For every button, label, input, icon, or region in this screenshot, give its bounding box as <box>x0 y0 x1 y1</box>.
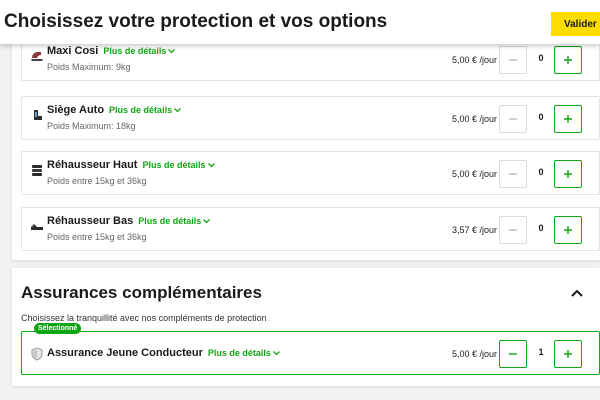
quantity-value: 0 <box>538 112 544 122</box>
section-description: Choisissez la tranquillité avec nos comp… <box>21 313 267 323</box>
option-row-rehausseur-haut: Réhausseur Haut Plus de détails Poids ent… <box>21 151 600 195</box>
option-name: Assurance Jeune Conducteur Plus de détail… <box>47 347 280 359</box>
minus-icon <box>509 118 517 120</box>
quantity-value: 0 <box>538 53 544 63</box>
insurance-section: Assurances complémentaires Choisissez la… <box>12 268 600 386</box>
shield-icon <box>31 347 43 361</box>
option-price: 5,00 € /jour <box>452 114 498 124</box>
quantity-value: 1 <box>538 347 544 357</box>
option-name: Réhausseur Haut Plus de détails <box>47 159 215 171</box>
plus-icon <box>564 350 572 358</box>
header-bar: Choisissez votre protection et vos optio… <box>0 0 600 44</box>
plus-icon <box>564 170 572 178</box>
option-weight: Poids Maximum: 9kg <box>47 62 131 72</box>
chevron-down-icon <box>168 49 176 54</box>
minus-icon <box>509 173 517 175</box>
increase-quantity-button[interactable] <box>554 160 582 188</box>
chevron-up-icon <box>571 289 583 297</box>
chevron-down-icon <box>174 108 182 113</box>
option-weight: Poids entre 15kg et 36kg <box>47 232 147 242</box>
details-link-label: Plus de détails <box>103 46 167 56</box>
option-name-label: Assurance Jeune Conducteur <box>47 347 203 359</box>
chevron-down-icon <box>203 219 211 224</box>
low-booster-seat-icon <box>31 224 43 230</box>
insurance-option-jeune-conducteur: Sélectionné Assurance Jeune Conducteur Pl… <box>21 323 600 375</box>
option-name: Siège Auto Plus de détails <box>47 104 182 116</box>
option-weight: Poids entre 15kg et 36kg <box>47 176 147 186</box>
details-link[interactable]: Plus de détails <box>138 216 211 226</box>
decrease-quantity-button[interactable] <box>499 340 527 368</box>
details-link-label: Plus de détails <box>138 216 202 226</box>
option-name: Réhausseur Bas Plus de détails <box>47 215 211 227</box>
chevron-down-icon <box>207 163 215 168</box>
minus-icon <box>509 353 517 355</box>
details-link-label: Plus de détails <box>142 160 206 170</box>
plus-icon <box>564 56 572 64</box>
option-name-label: Siège Auto <box>47 104 105 116</box>
selected-badge: Sélectionné <box>34 323 82 334</box>
option-name-label: Maxi Cosi <box>47 45 99 57</box>
decrease-quantity-button[interactable] <box>499 46 527 74</box>
options-card: Maxi Cosi Plus de détails Poids Maximum: … <box>12 37 600 260</box>
increase-quantity-button[interactable] <box>554 105 582 133</box>
minus-icon <box>509 59 517 61</box>
details-link[interactable]: Plus de détails <box>208 348 280 358</box>
details-link-label: Plus de détails <box>109 105 173 115</box>
quantity-value: 0 <box>538 167 544 177</box>
infant-car-seat-icon <box>31 52 43 61</box>
option-weight: Poids Maximum: 18kg <box>47 121 136 131</box>
increase-quantity-button[interactable] <box>554 340 582 368</box>
section-title: Assurances complémentaires <box>21 283 262 302</box>
minus-icon <box>509 229 517 231</box>
high-booster-seat-icon <box>32 165 42 176</box>
decrease-quantity-button[interactable] <box>499 216 527 244</box>
option-price: 5,00 € /jour <box>452 55 498 65</box>
validate-button[interactable]: Valider <box>551 12 600 36</box>
decrease-quantity-button[interactable] <box>499 160 527 188</box>
page-title: Choisissez votre protection et vos optio… <box>4 11 388 32</box>
plus-icon <box>564 115 572 123</box>
option-price: 5,00 € /jour <box>452 169 498 179</box>
option-name-label: Réhausseur Bas <box>47 215 134 227</box>
details-link[interactable]: Plus de détails <box>142 160 215 170</box>
option-row-rehausseur-bas: Réhausseur Bas Plus de détails Poids entr… <box>21 207 600 251</box>
details-link-label: Plus de détails <box>207 348 271 358</box>
plus-icon <box>564 226 572 234</box>
option-row-siege-auto: Siège Auto Plus de détails Poids Maximum:… <box>21 96 600 140</box>
chevron-down-icon <box>272 351 280 356</box>
details-link[interactable]: Plus de détails <box>103 46 176 56</box>
increase-quantity-button[interactable] <box>554 216 582 244</box>
quantity-value: 0 <box>538 223 544 233</box>
decrease-quantity-button[interactable] <box>499 105 527 133</box>
collapse-section-button[interactable] <box>571 284 589 298</box>
option-name: Maxi Cosi Plus de détails <box>47 45 176 57</box>
option-price: 3,57 € /jour <box>452 225 498 235</box>
option-price: 5,00 € /jour <box>452 349 498 359</box>
increase-quantity-button[interactable] <box>554 46 582 74</box>
option-name-label: Réhausseur Haut <box>47 159 138 171</box>
child-car-seat-icon <box>34 110 42 120</box>
details-link[interactable]: Plus de détails <box>109 105 182 115</box>
